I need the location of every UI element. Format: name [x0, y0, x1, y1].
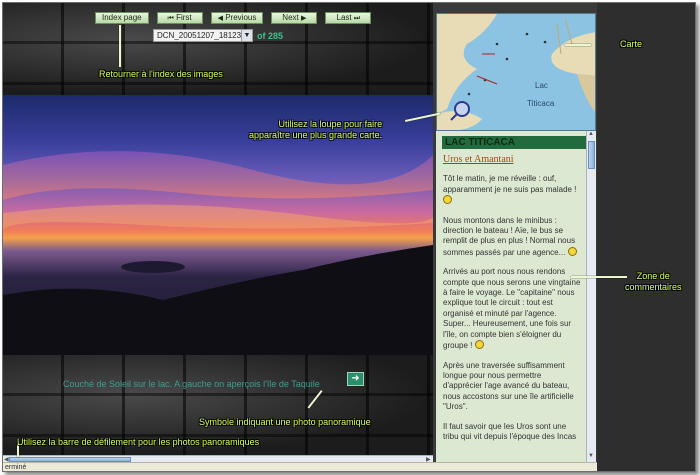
image-nav-bar: Index page ⏮ First ◀ Previous Next ▶ Las… [95, 12, 372, 24]
comments-subtitle[interactable]: Uros et Amantani [443, 154, 582, 165]
smiley-icon [567, 246, 577, 256]
photo-caption: Couché de Soleil sur le lac. A gauche on… [63, 379, 320, 389]
comment-paragraph: Après une traversée suffisamment longue … [443, 360, 574, 412]
annotation-line-map [565, 44, 591, 46]
annotation-line-comments [571, 276, 627, 278]
image-count: of 285 [257, 30, 284, 41]
panorama-icon[interactable]: ➜ [347, 372, 364, 386]
comments-title: LAC TITICACA [442, 136, 586, 149]
first-label: First [176, 13, 192, 22]
comments-panel: LAC TITICACA Uros et Amantani Tôt le mat… [436, 131, 596, 462]
last-label: Last [336, 13, 352, 22]
map-thumbnail[interactable]: Lac Titicaca [436, 13, 596, 131]
annotation-line-index [119, 25, 121, 67]
vertical-scrollbar[interactable]: ▲ ▼ [586, 131, 596, 462]
next-label: Next [282, 13, 299, 22]
magnifier-icon [454, 101, 470, 117]
scroll-down-icon[interactable]: ▼ [588, 453, 594, 459]
right-margin [597, 3, 695, 471]
next-button[interactable]: Next ▶ [271, 12, 318, 24]
annotation-map: Carte [620, 39, 643, 49]
first-button[interactable]: ⏮ First [156, 12, 203, 24]
skip-back-icon: ⏮ [167, 15, 174, 22]
annotation-pano-symbol: Symbole indiquant une photo panoramique [199, 417, 371, 427]
previous-button[interactable]: ◀ Previous [210, 12, 264, 24]
annotation-scrollbar: Utilisez la barre de défilement pour les… [17, 437, 260, 447]
arrow-right-icon: ▶ [300, 15, 307, 22]
image-select[interactable]: DCN_20051207_181235 ▼ [153, 29, 253, 42]
chevron-down-icon[interactable]: ▼ [241, 30, 252, 41]
skip-forward-icon: ⏭ [353, 15, 361, 22]
previous-label: Previous [225, 13, 257, 22]
comments-body: Uros et Amantani Tôt le matin, je me rév… [436, 149, 596, 442]
horizontal-scrollbar[interactable]: ◀ ▶ [3, 455, 433, 463]
comment-paragraph: Tôt le matin, je me réveille : ouf, appa… [443, 174, 582, 206]
scroll-up-icon[interactable]: ▲ [588, 131, 594, 137]
image-select-value: DCN_20051207_181235 [157, 31, 246, 40]
map-label-titicaca: Titicaca [527, 99, 555, 108]
window-frame: Index page ⏮ First ◀ Previous Next ▶ Las… [2, 2, 696, 472]
comment-paragraph: Nous montons dans le minibus : direction… [443, 215, 577, 257]
annotation-magnifier: Utilisez la loupe pour faire apparaître … [249, 119, 383, 140]
status-bar: erminé [3, 462, 597, 471]
index-page-button[interactable]: Index page [95, 12, 149, 24]
annotation-comments: Zone de commentaires [625, 271, 682, 292]
smiley-icon [443, 195, 452, 205]
lake-map-graphic: Lac Titicaca [437, 14, 595, 130]
image-select-row: DCN_20051207_181235 ▼ of 285 [153, 29, 283, 42]
map-label-lac: Lac [535, 81, 548, 90]
comment-paragraph: Arrivés au port nous nous rendons compte… [443, 267, 581, 351]
vertical-scroll-thumb[interactable] [588, 141, 595, 169]
arrow-left-icon: ◀ [217, 15, 223, 22]
last-button[interactable]: Last ⏭ [325, 12, 372, 24]
comment-paragraph: Il faut savoir que les Uros sont une tri… [443, 421, 577, 441]
smiley-icon [474, 340, 484, 350]
annotation-index: Retourner à l'index des images [99, 69, 223, 79]
